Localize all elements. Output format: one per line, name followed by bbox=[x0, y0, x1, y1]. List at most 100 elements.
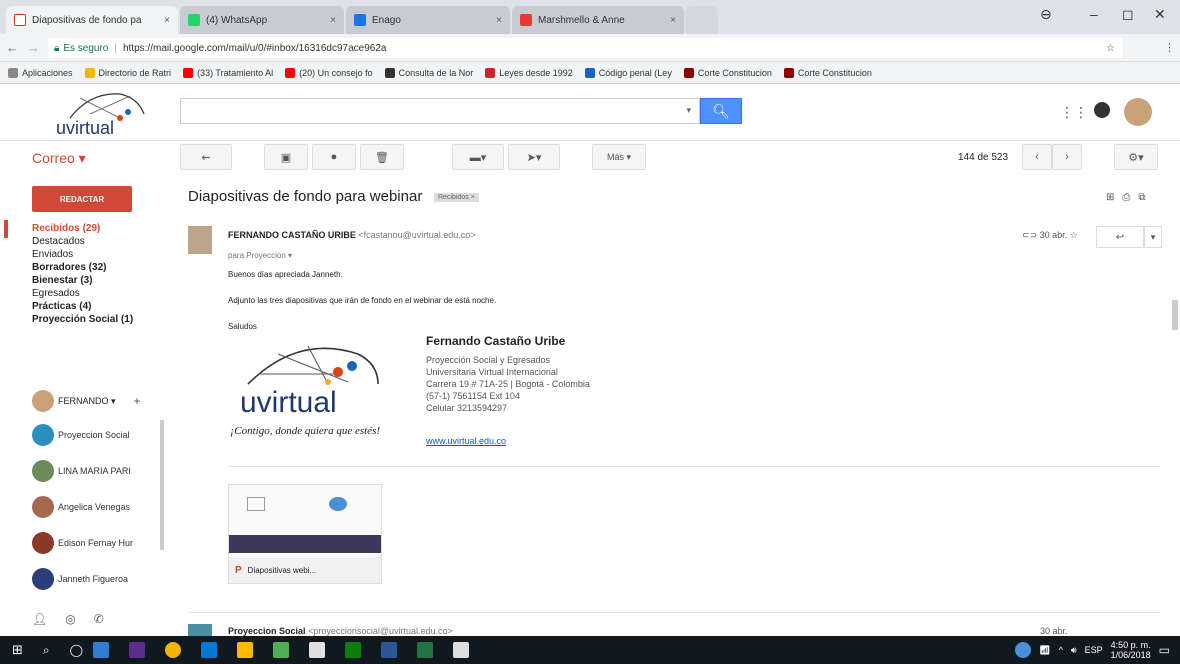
visual-studio-icon[interactable] bbox=[129, 642, 146, 658]
apps-grid-icon[interactable]: ⋮⋮ bbox=[1060, 104, 1088, 121]
labels-button[interactable]: ➤▾ bbox=[508, 144, 560, 170]
contact-item[interactable]: Proyeccion Social bbox=[32, 424, 130, 446]
print-icon[interactable]: ⎙ bbox=[1122, 192, 1130, 203]
hangouts-icon[interactable]: ◎ bbox=[65, 612, 75, 626]
close-tab-icon[interactable]: × bbox=[330, 15, 336, 26]
close-tab-icon[interactable]: × bbox=[164, 15, 170, 26]
reply-button[interactable]: ↩ bbox=[1096, 226, 1144, 248]
search-options-icon[interactable]: ▾ bbox=[686, 105, 691, 116]
windows-start-icon[interactable]: ⊞ bbox=[12, 642, 23, 658]
menu-icon[interactable]: ⋮ bbox=[1164, 41, 1175, 54]
bookmark-item[interactable]: Consulta de la Nor bbox=[384, 67, 473, 78]
search-input[interactable]: ▾ bbox=[180, 98, 700, 124]
search-button[interactable]: 🔍︎ bbox=[700, 98, 742, 124]
folder-item[interactable]: Proyección Social (1) bbox=[32, 313, 172, 326]
contact-item[interactable]: Angelica Venegas bbox=[32, 496, 130, 518]
bookmark-item[interactable]: Directorio de Ratri bbox=[84, 67, 171, 78]
bookmark-item[interactable]: Corte Constitucion bbox=[783, 67, 872, 78]
address-bar[interactable]: 🔒︎ Es seguro | https://mail.google.com/m… bbox=[48, 38, 1123, 58]
action-center-icon[interactable]: ▭ bbox=[1159, 643, 1170, 657]
uvirtual-logo[interactable]: uvirtual bbox=[50, 88, 160, 138]
chevron-up-icon[interactable]: ^ bbox=[1059, 645, 1063, 655]
folder-item[interactable]: Enviados bbox=[32, 248, 172, 261]
signature-link[interactable]: www.uvirtual.edu.co bbox=[426, 436, 506, 446]
browser-tab-enago[interactable]: Enago × bbox=[346, 6, 510, 34]
back-icon[interactable]: ← bbox=[6, 40, 19, 55]
mail-icon[interactable] bbox=[309, 642, 326, 658]
bookmark-item[interactable]: Leyes desde 1992 bbox=[485, 67, 573, 78]
forward-icon[interactable]: → bbox=[27, 40, 40, 55]
bookmark-star-icon[interactable]: ☆ bbox=[1106, 43, 1115, 54]
contact-item[interactable]: Edison Fernay Hur bbox=[32, 532, 133, 554]
new-window-icon[interactable]: ⧉ bbox=[1138, 192, 1145, 203]
volume-icon[interactable]: 🔊︎ bbox=[1071, 645, 1077, 656]
word-icon[interactable] bbox=[381, 642, 398, 658]
recipients[interactable]: para Proyeccion ▾ bbox=[228, 251, 292, 260]
browser-tab-gmail[interactable]: Diapositivas de fondo pa × bbox=[6, 6, 178, 34]
excel-icon[interactable] bbox=[417, 642, 434, 658]
account-avatar[interactable] bbox=[1124, 98, 1152, 126]
report-spam-button[interactable]: ● bbox=[312, 144, 356, 170]
chat-user[interactable]: FERNANDO ▾ + bbox=[32, 390, 141, 412]
minimize-icon[interactable]: – bbox=[1090, 6, 1098, 22]
whatsapp-icon bbox=[188, 14, 200, 26]
more-actions-button[interactable]: ▾ bbox=[1144, 226, 1162, 248]
bookmark-item[interactable]: Corte Constitucion bbox=[683, 67, 772, 78]
tray-app-icon[interactable] bbox=[1015, 642, 1032, 658]
notifications-icon[interactable] bbox=[1094, 102, 1110, 118]
newer-button[interactable]: ‹ bbox=[1022, 144, 1052, 170]
phone-icon[interactable]: ✆ bbox=[94, 612, 104, 626]
folder-item[interactable]: Destacados bbox=[32, 235, 172, 248]
person-icon[interactable]: 👤︎ bbox=[32, 612, 47, 626]
folder-item[interactable]: Bienestar (3) bbox=[32, 274, 172, 287]
clock[interactable]: 4:50 p. m. 1/06/2018 bbox=[1111, 640, 1151, 660]
bookmark-item[interactable]: (33) Tratamiento Al bbox=[183, 67, 273, 78]
more-button[interactable]: Más ▾ bbox=[592, 144, 646, 170]
search-icon[interactable]: ⌕ bbox=[43, 643, 50, 658]
photos-icon[interactable] bbox=[273, 642, 290, 658]
store-icon[interactable] bbox=[345, 642, 362, 658]
correo-menu[interactable]: Correo ▾ bbox=[32, 150, 86, 167]
bookmark-item[interactable]: Código penal (Ley bbox=[584, 67, 672, 78]
system-tray: 📶︎ ^ 🔊︎ ESP 4:50 p. m. 1/06/2018 ▭ bbox=[1015, 640, 1180, 660]
page-scrollbar[interactable] bbox=[1172, 300, 1178, 330]
folder-item[interactable]: Recibidos (29) bbox=[32, 222, 172, 235]
browser-tab-whatsapp[interactable]: (4) WhatsApp × bbox=[180, 6, 344, 34]
delete-button[interactable]: 🗑︎ bbox=[360, 144, 404, 170]
language-indicator[interactable]: ESP bbox=[1085, 645, 1103, 655]
browser-tab-youtube[interactable]: Marshmello & Anne × bbox=[512, 6, 684, 34]
compose-button[interactable]: REDACTAR bbox=[32, 186, 132, 212]
add-chat-icon[interactable]: + bbox=[134, 394, 141, 408]
settings-button[interactable]: ⚙︎▾ bbox=[1114, 144, 1158, 170]
network-icon[interactable]: 📶︎ bbox=[1039, 645, 1050, 656]
file-explorer-icon[interactable] bbox=[237, 642, 254, 658]
folder-item[interactable]: Egresados bbox=[32, 287, 172, 300]
contact-item[interactable]: LINA MARIA PARI bbox=[32, 460, 131, 482]
profile-icon[interactable]: ⊖ bbox=[1040, 6, 1052, 23]
back-to-inbox-button[interactable]: ⇜ bbox=[180, 144, 232, 170]
edge-icon[interactable] bbox=[201, 642, 218, 658]
sidebar-scrollbar[interactable] bbox=[160, 420, 164, 550]
folder-item[interactable]: Prácticas (4) bbox=[32, 300, 172, 313]
bookmark-icon bbox=[183, 67, 194, 78]
older-button[interactable]: › bbox=[1052, 144, 1082, 170]
chrome-icon[interactable] bbox=[165, 642, 182, 658]
folder-item[interactable]: Borradores (32) bbox=[32, 261, 172, 274]
move-to-button[interactable]: ▬▾ bbox=[452, 144, 504, 170]
bookmark-item[interactable]: Aplicaciones bbox=[8, 67, 73, 78]
close-tab-icon[interactable]: × bbox=[496, 15, 502, 26]
expand-all-icon[interactable]: ⊞ bbox=[1106, 192, 1114, 203]
maximize-icon[interactable]: ◻ bbox=[1122, 6, 1134, 23]
contact-item[interactable]: Janneth Figueroa bbox=[32, 568, 128, 590]
label-tag[interactable]: Recibidos × bbox=[434, 193, 479, 202]
task-view-icon[interactable]: ◯ bbox=[70, 643, 83, 657]
close-tab-icon[interactable]: × bbox=[670, 15, 676, 26]
attachment-card[interactable]: P Diapositivas webi... bbox=[228, 484, 382, 584]
app-icon[interactable] bbox=[93, 642, 110, 658]
image-viewer-icon[interactable] bbox=[453, 642, 470, 658]
new-tab-button[interactable] bbox=[686, 6, 718, 34]
next-message[interactable]: Proyeccion Social <proyeccionsocial@uvir… bbox=[228, 626, 453, 636]
archive-button[interactable]: ▣ bbox=[264, 144, 308, 170]
bookmark-item[interactable]: (20) Un consejo fo bbox=[285, 67, 373, 78]
close-window-icon[interactable]: ✕ bbox=[1154, 6, 1166, 23]
